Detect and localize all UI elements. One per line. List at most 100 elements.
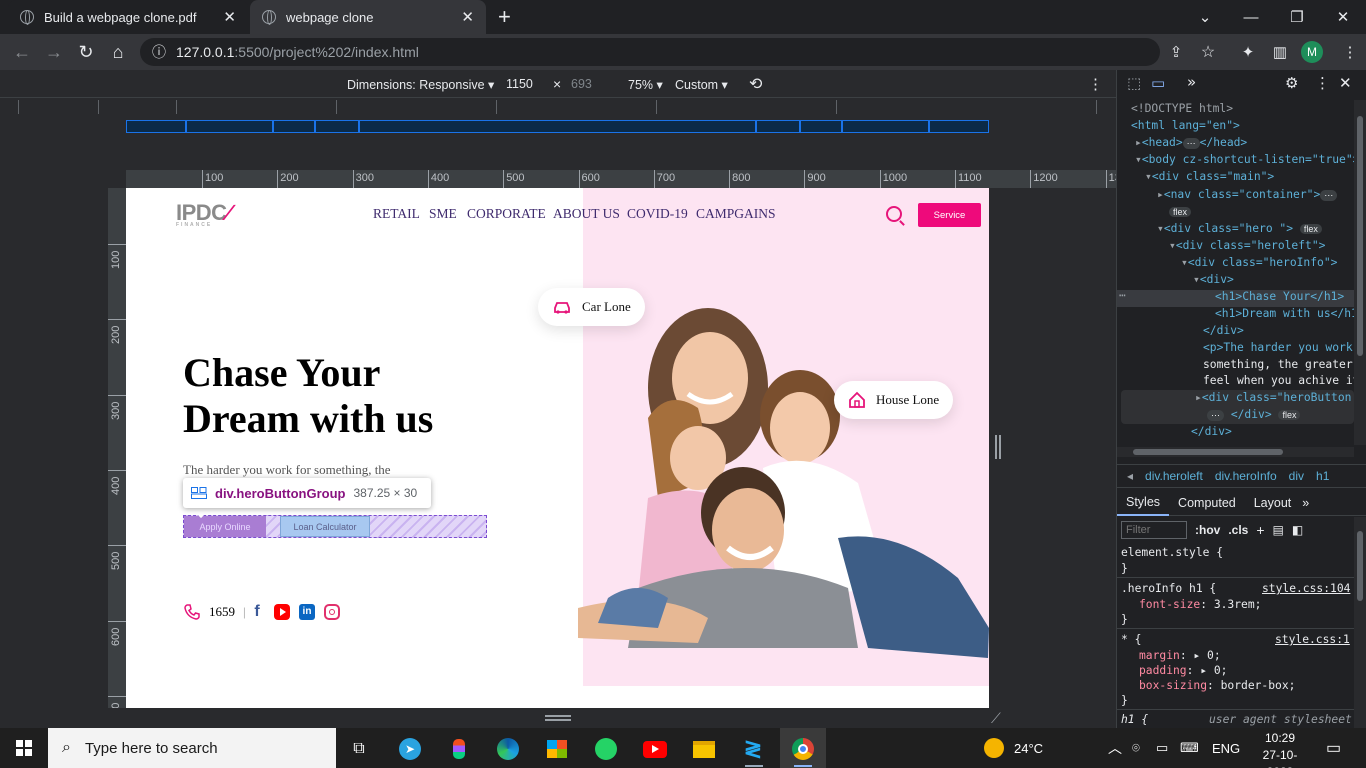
more-panels-icon[interactable]: » <box>1187 73 1196 91</box>
input-language[interactable]: ENG <box>1212 728 1240 768</box>
nav-corporate[interactable]: CORPORATE <box>467 206 546 222</box>
tab-more[interactable]: » <box>1300 496 1311 510</box>
edge-icon[interactable] <box>491 732 525 766</box>
camera-icon[interactable]: ⌾ <box>1132 728 1140 768</box>
settings-gear-icon[interactable]: ⚙ <box>1285 74 1298 92</box>
nav-about-us[interactable]: ABOUT US <box>553 206 620 222</box>
close-icon[interactable]: ✕ <box>461 8 474 26</box>
tab-computed[interactable]: Computed <box>1169 496 1245 510</box>
logo[interactable]: IPDC∕ FINANCE <box>176 200 230 228</box>
dom-line[interactable]: <!DOCTYPE html> <box>1131 102 1233 115</box>
cls-toggle[interactable]: .cls <box>1228 523 1248 537</box>
dom-line[interactable]: ▸<head> ⋯ </head> <box>1135 136 1247 149</box>
keyboard-icon[interactable]: ⌨ <box>1180 728 1199 768</box>
corner-resize-handle[interactable]: ⟋ <box>991 710 1001 727</box>
new-rule-icon[interactable]: + <box>1256 522 1264 538</box>
telegram-icon[interactable]: ➤ <box>393 732 427 766</box>
style-rule-selector[interactable]: h1 { <box>1121 713 1148 726</box>
clock[interactable]: 10:29 27-10-2023 <box>1250 730 1310 768</box>
rotate-icon[interactable]: ⟲ <box>749 70 762 98</box>
zoom-dropdown[interactable]: 75% ▾ <box>628 70 663 98</box>
dom-h-scrollbar[interactable] <box>1117 447 1354 457</box>
breadcrumb-item[interactable]: h1 <box>1316 469 1329 483</box>
dom-line[interactable]: <html lang="en"> <box>1131 119 1240 132</box>
styles-filter-input[interactable] <box>1121 521 1187 539</box>
hov-toggle[interactable]: :hov <box>1195 523 1220 537</box>
dom-line[interactable]: ▾<div> <box>1193 273 1234 286</box>
dom-scrollbar[interactable] <box>1354 100 1366 445</box>
address-bar[interactable]: ⓘ 127.0.0.1:5500/project%202/index.html <box>140 38 1160 66</box>
close-window-button[interactable]: ✕ <box>1320 0 1366 34</box>
dom-line[interactable]: ▾<body cz-shortcut-listen="true"> <box>1135 153 1359 166</box>
dom-line-selected[interactable]: <h1>Chase Your</h1> <box>1215 290 1344 303</box>
style-prop[interactable]: padding: ▸ 0; <box>1139 664 1227 677</box>
bookmark-star-icon[interactable]: ☆ <box>1192 34 1224 70</box>
house-loan-pill[interactable]: House Lone <box>834 381 954 419</box>
taskbar-search[interactable]: ⌕ Type here to search <box>48 728 336 768</box>
height-input[interactable]: 693 <box>571 70 592 98</box>
paint-icon[interactable]: ▤ <box>1273 523 1284 537</box>
reload-icon[interactable]: ↻ <box>70 34 102 70</box>
service-button[interactable]: Service <box>918 203 981 227</box>
style-source-link[interactable]: style.css:104 <box>1262 582 1350 595</box>
dom-line[interactable]: ▾<div class="hero "> flex <box>1157 222 1322 235</box>
breadcrumb-item[interactable]: div <box>1289 469 1304 483</box>
car-loan-pill[interactable]: Car Lone <box>538 288 645 326</box>
youtube-icon[interactable] <box>274 604 290 620</box>
devtools-menu-icon[interactable]: ⋮ <box>1315 74 1330 92</box>
task-view-icon[interactable]: ⧉ <box>342 732 376 766</box>
facebook-icon[interactable]: f <box>249 604 265 620</box>
minimize-button[interactable]: — <box>1228 0 1274 34</box>
inspect-element-icon[interactable]: ⬚ <box>1127 74 1141 92</box>
notifications-icon[interactable]: ▭ <box>1326 728 1341 768</box>
figma-icon[interactable] <box>442 732 476 766</box>
dom-line[interactable]: </div> <box>1191 425 1232 438</box>
tab-search-icon[interactable]: ⌄ <box>1182 0 1228 34</box>
sidepanel-icon[interactable]: ▥ <box>1264 34 1296 70</box>
nav-sme[interactable]: SME <box>429 206 457 222</box>
phone-icon[interactable] <box>183 603 201 621</box>
instagram-icon[interactable] <box>324 604 340 620</box>
dom-line[interactable]: ▾<div class="main"> <box>1145 170 1274 183</box>
home-icon[interactable]: ⌂ <box>102 34 134 70</box>
back-icon[interactable]: ← <box>6 34 38 70</box>
sidebar-toggle-icon[interactable]: ◧ <box>1292 523 1303 537</box>
dom-line[interactable]: <h1>Dream with us</h1> <box>1215 307 1365 320</box>
weather-widget[interactable]: 24°C <box>984 728 1043 768</box>
style-prop[interactable]: font-size: 3.3rem; <box>1139 598 1261 611</box>
device-more-icon[interactable]: ⋮ <box>1088 70 1103 98</box>
throttle-dropdown[interactable]: Custom ▾ <box>675 70 728 98</box>
new-tab-button[interactable]: + <box>498 4 511 30</box>
dom-line[interactable]: ⋯ </div> flex <box>1207 408 1301 421</box>
forward-icon[interactable]: → <box>38 34 70 70</box>
style-rule-selector[interactable]: element.style { <box>1121 546 1223 559</box>
linkedin-icon[interactable]: in <box>299 604 315 620</box>
width-input[interactable]: 1150 <box>506 70 533 98</box>
vscode-icon[interactable]: ≷ <box>736 732 770 766</box>
tab-layout[interactable]: Layout <box>1245 496 1301 510</box>
start-button[interactable] <box>0 728 48 768</box>
style-prop[interactable]: box-sizing: border-box; <box>1139 679 1295 692</box>
loan-calculator-button[interactable]: Loan Calculator <box>280 516 370 537</box>
tab-webpage-clone[interactable]: webpage clone ✕ <box>250 0 486 34</box>
media-query-range[interactable] <box>126 120 989 133</box>
whatsapp-icon[interactable] <box>589 732 623 766</box>
close-icon[interactable]: ✕ <box>223 8 236 26</box>
device-toggle-icon[interactable]: ▭ <box>1151 74 1165 92</box>
extensions-icon[interactable]: ✦ <box>1232 34 1264 70</box>
nav-retail[interactable]: RETAIL <box>373 206 420 222</box>
dom-line[interactable]: ▾<div class="heroInfo"> <box>1181 256 1337 269</box>
height-resize-handle[interactable] <box>545 715 571 721</box>
dom-line[interactable]: ▸<div class="heroButton <box>1195 391 1351 404</box>
share-icon[interactable]: ⇪ <box>1160 34 1192 70</box>
tab-pdf[interactable]: Build a webpage clone.pdf ✕ <box>8 0 248 34</box>
tab-styles[interactable]: Styles <box>1117 490 1170 516</box>
restore-button[interactable]: ❐ <box>1274 0 1320 34</box>
style-rule-selector[interactable]: .heroInfo h1 { <box>1121 582 1216 595</box>
youtube-app-icon[interactable] <box>638 732 672 766</box>
avatar[interactable]: M <box>1301 41 1323 63</box>
file-explorer-icon[interactable] <box>687 732 721 766</box>
dom-line[interactable]: ▸<nav class="container"> ⋯ <box>1157 188 1338 201</box>
style-prop[interactable]: margin: ▸ 0; <box>1139 649 1221 662</box>
store-icon[interactable] <box>540 732 574 766</box>
